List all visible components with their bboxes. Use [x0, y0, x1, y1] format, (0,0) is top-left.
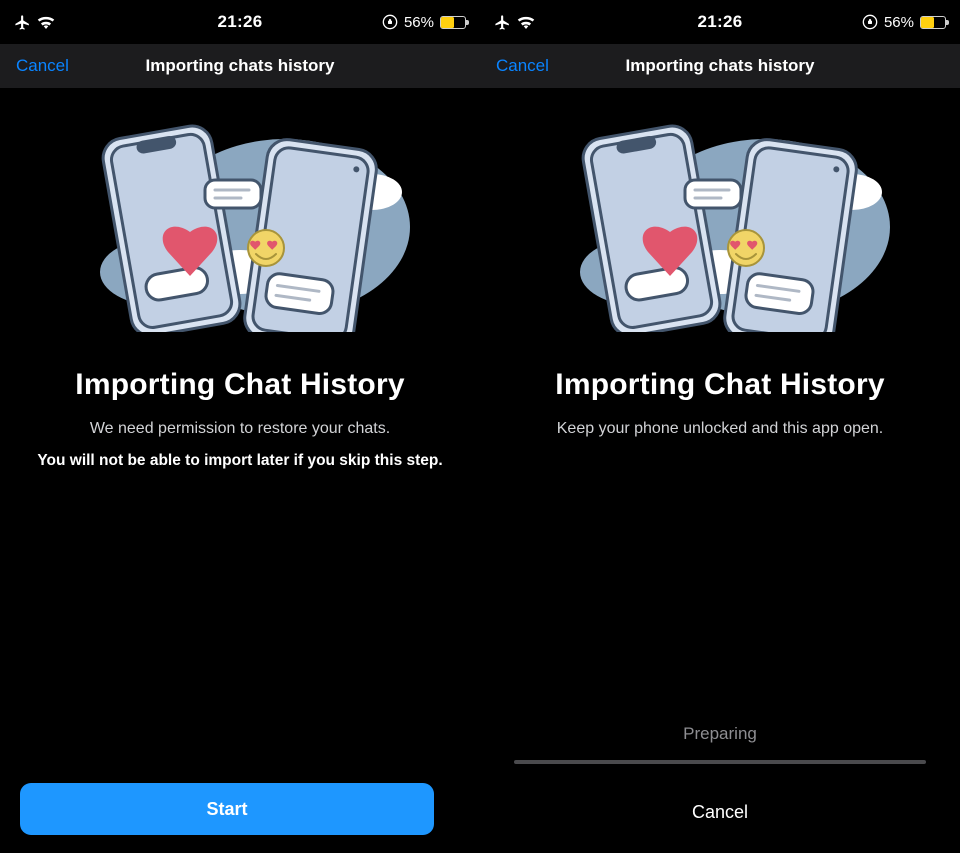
nav-bar: Cancel Importing chats history [0, 44, 480, 88]
progress-bar [514, 760, 926, 764]
nav-cancel-button[interactable]: Cancel [496, 44, 549, 88]
nav-cancel-button[interactable]: Cancel [16, 44, 69, 88]
screen-preparing: 21:26 56% Cancel Importing chats history [480, 0, 960, 853]
status-bar: 21:26 56% [0, 0, 480, 44]
screens-pair: 21:26 56% Cancel Importing chats history [0, 0, 960, 853]
status-time: 21:26 [0, 12, 480, 32]
headline: Importing Chat History [555, 368, 884, 402]
nav-title: Importing chats history [146, 56, 335, 76]
preparing-footer: Preparing Cancel [514, 724, 926, 831]
subtitle: We need permission to restore your chats… [66, 420, 414, 438]
screen-start: 21:26 56% Cancel Importing chats history [0, 0, 480, 853]
headline: Importing Chat History [75, 368, 404, 402]
cancel-preparing-button[interactable]: Cancel [678, 794, 762, 831]
illustration [520, 122, 920, 332]
battery-icon [440, 16, 466, 29]
start-button[interactable]: Start [20, 783, 434, 835]
illustration [40, 122, 440, 332]
subtitle: Keep your phone unlocked and this app op… [533, 420, 907, 438]
warning-text: You will not be able to import later if … [15, 452, 464, 470]
battery-icon [920, 16, 946, 29]
nav-title: Importing chats history [626, 56, 815, 76]
status-bar: 21:26 56% [480, 0, 960, 44]
preparing-label: Preparing [683, 724, 757, 744]
status-time: 21:26 [480, 12, 960, 32]
nav-bar: Cancel Importing chats history [480, 44, 960, 88]
